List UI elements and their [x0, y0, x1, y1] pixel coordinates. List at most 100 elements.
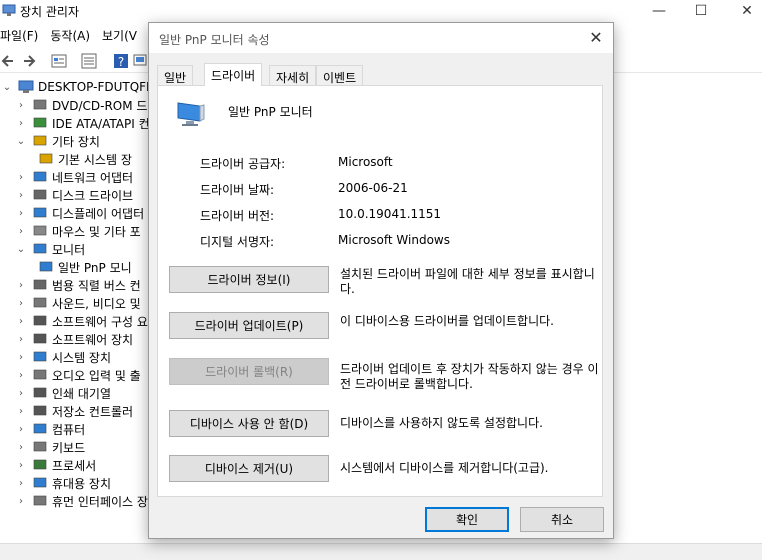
tab-details[interactable]: 자세히: [269, 65, 317, 85]
tab-general[interactable]: 일반: [157, 65, 194, 85]
tree-category-item[interactable]: › 인쇄 대기열: [16, 384, 111, 402]
back-arrow-icon[interactable]: [0, 52, 18, 70]
chevron-right-icon[interactable]: ›: [16, 460, 26, 471]
dialog-close-icon[interactable]: ✕: [587, 29, 605, 47]
device-manager-titlebar: 장치 관리자 — ☐ ✕: [0, 0, 762, 22]
disable-device-button[interactable]: 디바이스 사용 안 함(D): [169, 410, 329, 437]
menu-file[interactable]: 파일(F): [0, 27, 44, 44]
tree-item-label: 오디오 입력 및 출: [52, 368, 141, 383]
device-category-icon: [33, 441, 47, 452]
chevron-right-icon[interactable]: ›: [16, 442, 26, 453]
dialog-title: 일반 PnP 모니터 속성: [159, 33, 270, 47]
tree-category-item[interactable]: › 컴퓨터: [16, 420, 85, 438]
tree-category-item[interactable]: › 휴대용 장치: [16, 474, 111, 492]
minimize-button[interactable]: —: [636, 0, 682, 22]
tree-item-label: 휴먼 인터페이스 장: [52, 494, 148, 509]
tree-category-item[interactable]: ⌄ 모니터: [16, 240, 85, 258]
device-category-icon: [33, 387, 47, 398]
chevron-down-icon[interactable]: ⌄: [2, 82, 12, 93]
chevron-right-icon[interactable]: ›: [16, 208, 26, 219]
chevron-right-icon[interactable]: ›: [16, 496, 26, 507]
tree-category-item[interactable]: › 시스템 장치: [16, 348, 111, 366]
tree-category-item[interactable]: › 휴먼 인터페이스 장: [16, 492, 148, 510]
ok-button[interactable]: 확인: [425, 507, 509, 532]
tree-category-item[interactable]: › 마우스 및 기타 포: [16, 222, 141, 240]
tree-item-label: 네트워크 어댑터: [52, 170, 134, 185]
tree-root-label: DESKTOP-FDUTQFF: [38, 80, 153, 94]
tree-child-item[interactable]: 일반 PnP 모니: [34, 258, 132, 276]
tree-item-label: 범용 직렬 버스 컨: [52, 278, 141, 293]
dialog-titlebar: 일반 PnP 모니터 속성 ✕: [149, 23, 613, 53]
tree-category-item[interactable]: › 범용 직렬 버스 컨: [16, 276, 141, 294]
computer-icon: [18, 80, 34, 93]
tree-item-label: 인쇄 대기열: [52, 386, 112, 401]
chevron-right-icon[interactable]: ›: [16, 334, 26, 345]
chevron-right-icon[interactable]: ›: [16, 298, 26, 309]
forward-arrow-icon[interactable]: [20, 52, 38, 70]
tree-category-item[interactable]: › 디스플레이 어댑터: [16, 204, 144, 222]
rollback-driver-button[interactable]: 드라이버 롤백(R): [169, 358, 329, 385]
help-icon[interactable]: ?: [112, 52, 130, 70]
tree-item-label: 일반 PnP 모니: [58, 260, 132, 275]
tree-category-item[interactable]: ⌄ 기타 장치: [16, 132, 100, 150]
chevron-right-icon[interactable]: ›: [16, 424, 26, 435]
chevron-right-icon[interactable]: ›: [16, 190, 26, 201]
device-category-icon: [33, 99, 47, 110]
chevron-right-icon[interactable]: ›: [16, 316, 26, 327]
tree-category-item[interactable]: › 프로세서: [16, 456, 96, 474]
tree-category-item[interactable]: › 오디오 입력 및 출: [16, 366, 141, 384]
device-category-icon: [33, 207, 47, 218]
device-category-icon: [33, 297, 47, 308]
chevron-right-icon[interactable]: ›: [16, 388, 26, 399]
list-view-icon[interactable]: [80, 52, 98, 70]
chevron-down-icon[interactable]: ⌄: [16, 244, 26, 255]
tree-category-item[interactable]: › 소프트웨어 장치: [16, 330, 133, 348]
tree-item-label: 마우스 및 기타 포: [52, 224, 141, 239]
chevron-right-icon[interactable]: ›: [16, 118, 26, 129]
chevron-right-icon[interactable]: ›: [16, 100, 26, 111]
tree-root[interactable]: ⌄ DESKTOP-FDUTQFF: [2, 78, 153, 96]
tree-category-item[interactable]: › IDE ATA/ATAPI 컨: [16, 114, 150, 132]
device-category-icon: [39, 261, 53, 272]
tab-driver[interactable]: 드라이버: [204, 63, 263, 86]
tree-item-label: 저장소 컨트롤러: [52, 404, 134, 419]
tree-category-item[interactable]: › 네트워크 어댑터: [16, 168, 133, 186]
chevron-down-icon[interactable]: ⌄: [16, 136, 26, 147]
driver-version-value: 10.0.19041.1151: [338, 207, 442, 221]
chevron-right-icon[interactable]: ›: [16, 172, 26, 183]
menu-action[interactable]: 동작(A): [50, 27, 96, 44]
chevron-right-icon[interactable]: ›: [16, 478, 26, 489]
device-category-icon: [33, 423, 47, 434]
close-window-button[interactable]: ✕: [724, 0, 762, 22]
tree-category-item[interactable]: › 저장소 컨트롤러: [16, 402, 133, 420]
chevron-right-icon[interactable]: ›: [16, 406, 26, 417]
tree-category-item[interactable]: › DVD/CD-ROM 드: [16, 96, 147, 114]
tree-category-item[interactable]: › 키보드: [16, 438, 85, 456]
tree-category-item[interactable]: › 사운드, 비디오 및: [16, 294, 141, 312]
cancel-button[interactable]: 취소: [520, 507, 604, 532]
tree-category-item[interactable]: › 소프트웨어 구성 요: [16, 312, 148, 330]
uninstall-device-description: 시스템에서 디바이스를 제거합니다(고급).: [340, 461, 549, 475]
chevron-right-icon[interactable]: ›: [16, 280, 26, 291]
chevron-right-icon[interactable]: ›: [16, 352, 26, 363]
update-driver-button[interactable]: 드라이버 업데이트(P): [169, 312, 329, 339]
device-category-icon: [33, 351, 47, 362]
driver-version-label: 드라이버 버전:: [200, 209, 275, 223]
tree-item-label: 프로세서: [52, 458, 97, 473]
update-driver-description: 이 디바이스용 드라이버를 업데이트합니다.: [340, 314, 554, 328]
tab-events[interactable]: 이벤트: [316, 65, 364, 85]
horizontal-scrollbar[interactable]: [0, 543, 762, 560]
tree-item-label: 기타 장치: [52, 134, 100, 149]
chevron-right-icon[interactable]: ›: [16, 226, 26, 237]
driver-date-value: 2006-06-21: [338, 181, 408, 195]
tree-child-item[interactable]: 기본 시스템 장: [34, 150, 132, 168]
uninstall-device-button[interactable]: 디바이스 제거(U): [169, 455, 329, 482]
properties-view-icon[interactable]: [50, 52, 68, 70]
menu-view[interactable]: 보기(V: [102, 27, 143, 44]
tree-category-item[interactable]: › 디스크 드라이브: [16, 186, 133, 204]
tree-item-label: DVD/CD-ROM 드: [52, 98, 148, 113]
maximize-button[interactable]: ☐: [678, 0, 724, 22]
tree-item-label: 모니터: [52, 242, 86, 257]
driver-details-button[interactable]: 드라이버 정보(I): [169, 266, 329, 293]
chevron-right-icon[interactable]: ›: [16, 370, 26, 381]
